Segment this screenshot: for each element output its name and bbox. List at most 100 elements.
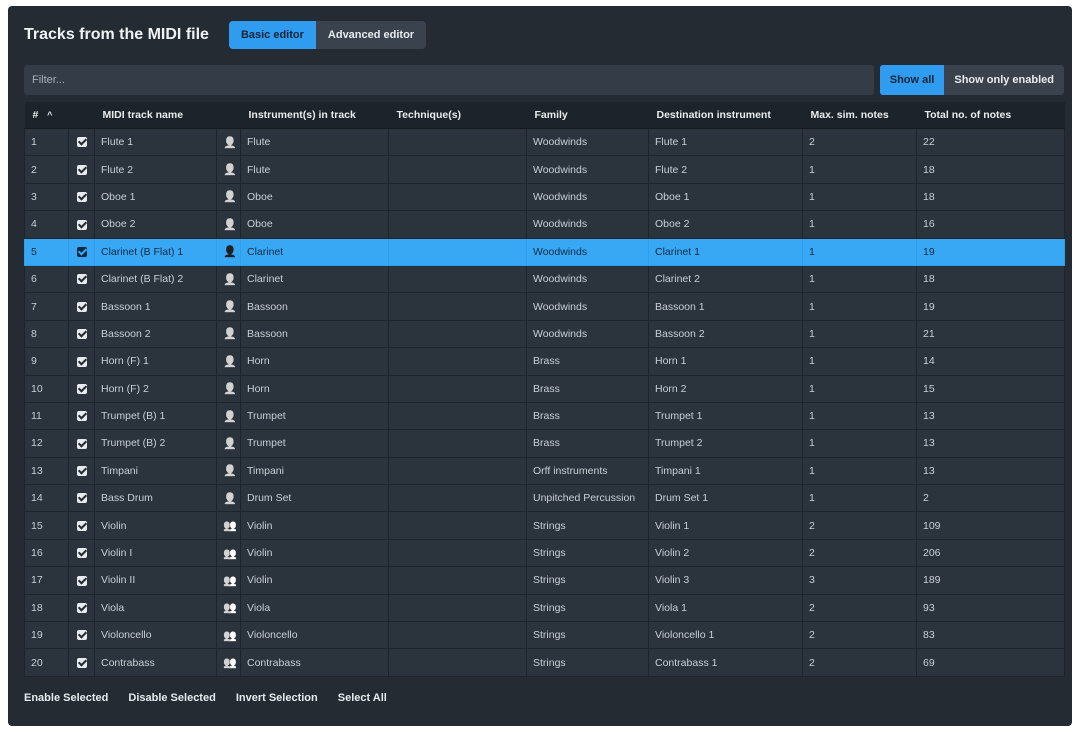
enabled-checkbox-cell[interactable]: [68, 401, 95, 431]
enabled-checkbox-cell[interactable]: [68, 566, 95, 595]
checkbox-checked-icon[interactable]: [76, 192, 87, 203]
checkbox-checked-icon[interactable]: [76, 411, 87, 422]
checkbox-checked-icon[interactable]: [76, 603, 87, 614]
column-header-family[interactable]: Family: [526, 102, 649, 129]
destination-cell[interactable]: Bassoon 1: [648, 292, 803, 321]
destination-cell[interactable]: Clarinet 2: [648, 264, 803, 294]
enabled-checkbox-cell[interactable]: [68, 593, 95, 623]
enabled-checkbox-cell[interactable]: [68, 484, 95, 513]
column-header-max-sim-notes[interactable]: Max. sim. notes: [802, 102, 917, 129]
destination-cell[interactable]: Clarinet 1: [648, 237, 803, 266]
checkbox-checked-icon[interactable]: [76, 575, 87, 586]
enabled-checkbox-cell[interactable]: [68, 127, 95, 157]
checkbox-checked-icon[interactable]: [76, 274, 87, 285]
enabled-checkbox-cell[interactable]: [68, 347, 95, 376]
checkbox-checked-icon[interactable]: [76, 383, 87, 394]
checkbox-checked-icon[interactable]: [76, 520, 87, 531]
checkbox-checked-icon[interactable]: [76, 630, 87, 641]
column-header-number[interactable]: # ^: [24, 102, 69, 129]
checkbox-checked-icon[interactable]: [76, 219, 87, 230]
checkbox-checked-icon[interactable]: [76, 466, 87, 477]
destination-cell[interactable]: Horn 2: [648, 374, 803, 403]
column-header-instruments[interactable]: Instrument(s) in track: [240, 102, 389, 129]
track-name-cell: Bassoon 1: [94, 292, 217, 321]
table-row[interactable]: 20 Contrabass 👥 Contrabass Strings Contrabass…: [24, 648, 1065, 677]
table-row[interactable]: 5 Clarinet (B Flat) 1 👤 Clarinet Woodwinds Cl…: [24, 237, 1065, 266]
select-all-button[interactable]: Select All: [338, 692, 387, 704]
table-row[interactable]: 11 Trumpet (B) 1 👤 Trumpet Brass Trumpet 1 1 13: [24, 401, 1065, 431]
checkbox-checked-icon[interactable]: [76, 329, 87, 340]
table-row[interactable]: 6 Clarinet (B Flat) 2 👤 Clarinet Woodwinds Cl…: [24, 264, 1065, 294]
enabled-checkbox-cell[interactable]: [68, 292, 95, 321]
checkbox-checked-icon[interactable]: [76, 657, 87, 668]
destination-cell[interactable]: Oboe 2: [648, 210, 803, 239]
destination-cell[interactable]: Trumpet 2: [648, 429, 803, 458]
filter-input[interactable]: [24, 65, 874, 95]
family-cell: Woodwinds: [526, 292, 649, 321]
enable-selected-button[interactable]: Enable Selected: [24, 692, 108, 704]
table-row[interactable]: 16 Violin I 👥 Violin Strings Violin 2 2 206: [24, 538, 1065, 568]
checkbox-checked-icon[interactable]: [76, 137, 87, 148]
destination-cell[interactable]: Flute 1: [648, 127, 803, 157]
show-all-button[interactable]: Show all: [879, 65, 945, 95]
enabled-checkbox-cell[interactable]: [68, 264, 95, 294]
table-row[interactable]: 15 Violin 👥 Violin Strings Violin 1 2 109: [24, 511, 1065, 540]
column-header-techniques[interactable]: Technique(s): [388, 102, 527, 129]
tab-basic-editor[interactable]: Basic editor: [228, 21, 316, 49]
enabled-checkbox-cell[interactable]: [68, 621, 95, 650]
destination-cell[interactable]: Violin 2: [648, 538, 803, 568]
enabled-checkbox-cell[interactable]: [68, 648, 95, 677]
checkbox-checked-icon[interactable]: [76, 493, 87, 504]
table-row[interactable]: 14 Bass Drum 👤 Drum Set Unpitched Percussion…: [24, 484, 1065, 513]
checkbox-checked-icon[interactable]: [76, 246, 87, 257]
show-only-enabled-button[interactable]: Show only enabled: [944, 65, 1064, 95]
disable-selected-button[interactable]: Disable Selected: [128, 692, 215, 704]
column-header-total-notes[interactable]: Total no. of notes: [916, 102, 1065, 129]
tab-advanced-editor[interactable]: Advanced editor: [315, 21, 427, 49]
table-row[interactable]: 13 Timpani 👤 Timpani Orff instruments Timpani…: [24, 456, 1065, 486]
enabled-checkbox-cell[interactable]: [68, 429, 95, 458]
checkbox-checked-icon[interactable]: [76, 438, 87, 449]
table-row[interactable]: 18 Viola 👥 Viola Strings Viola 1 2 93: [24, 593, 1065, 623]
destination-cell[interactable]: Bassoon 2: [648, 319, 803, 349]
destination-cell[interactable]: Violoncello 1: [648, 621, 803, 650]
enabled-checkbox-cell[interactable]: [68, 210, 95, 239]
destination-cell[interactable]: Violin 1: [648, 511, 803, 540]
table-row[interactable]: 19 Violoncello 👥 Violoncello Strings Violonce…: [24, 621, 1065, 650]
checkbox-checked-icon[interactable]: [76, 164, 87, 175]
table-row[interactable]: 4 Oboe 2 👤 Oboe Woodwinds Oboe 2 1 16: [24, 210, 1065, 239]
table-row[interactable]: 1 Flute 1 👤 Flute Woodwinds Flute 1 2 22: [24, 127, 1065, 157]
checkbox-checked-icon[interactable]: [76, 548, 87, 559]
column-header-track-name[interactable]: MIDI track name: [94, 102, 217, 129]
table-row[interactable]: 2 Flute 2 👤 Flute Woodwinds Flute 2 1 18: [24, 155, 1065, 184]
table-row[interactable]: 8 Bassoon 2 👤 Bassoon Woodwinds Bassoon 2 1 21: [24, 319, 1065, 349]
invert-selection-button[interactable]: Invert Selection: [236, 692, 318, 704]
enabled-checkbox-cell[interactable]: [68, 237, 95, 266]
destination-cell[interactable]: Oboe 1: [648, 182, 803, 212]
destination-cell[interactable]: Drum Set 1: [648, 484, 803, 513]
enabled-checkbox-cell[interactable]: [68, 511, 95, 540]
destination-cell[interactable]: Horn 1: [648, 347, 803, 376]
enabled-checkbox-cell[interactable]: [68, 456, 95, 486]
destination-cell[interactable]: Flute 2: [648, 155, 803, 184]
destination-cell[interactable]: Violin 3: [648, 566, 803, 595]
table-row[interactable]: 3 Oboe 1 👤 Oboe Woodwinds Oboe 1 1 18: [24, 182, 1065, 212]
destination-cell[interactable]: Contrabass 1: [648, 648, 803, 677]
column-header-destination[interactable]: Destination instrument: [648, 102, 803, 129]
enabled-checkbox-cell[interactable]: [68, 182, 95, 212]
enabled-checkbox-cell[interactable]: [68, 319, 95, 349]
destination-cell[interactable]: Viola 1: [648, 593, 803, 623]
table-row[interactable]: 10 Horn (F) 2 👤 Horn Brass Horn 2 1 15: [24, 374, 1065, 403]
enabled-checkbox-cell[interactable]: [68, 374, 95, 403]
enabled-checkbox-cell[interactable]: [68, 538, 95, 568]
table-row[interactable]: 17 Violin II 👥 Violin Strings Violin 3 3 189: [24, 566, 1065, 595]
checkbox-checked-icon[interactable]: [76, 356, 87, 367]
destination-cell[interactable]: Timpani 1: [648, 456, 803, 486]
checkbox-checked-icon[interactable]: [76, 301, 87, 312]
table-row[interactable]: 12 Trumpet (B) 2 👤 Trumpet Brass Trumpet 2 1 13: [24, 429, 1065, 458]
destination-cell[interactable]: Trumpet 1: [648, 401, 803, 431]
track-number-cell: 12: [24, 429, 69, 458]
enabled-checkbox-cell[interactable]: [68, 155, 95, 184]
table-row[interactable]: 9 Horn (F) 1 👤 Horn Brass Horn 1 1 14: [24, 347, 1065, 376]
table-row[interactable]: 7 Bassoon 1 👤 Bassoon Woodwinds Bassoon 1 1 19: [24, 292, 1065, 321]
